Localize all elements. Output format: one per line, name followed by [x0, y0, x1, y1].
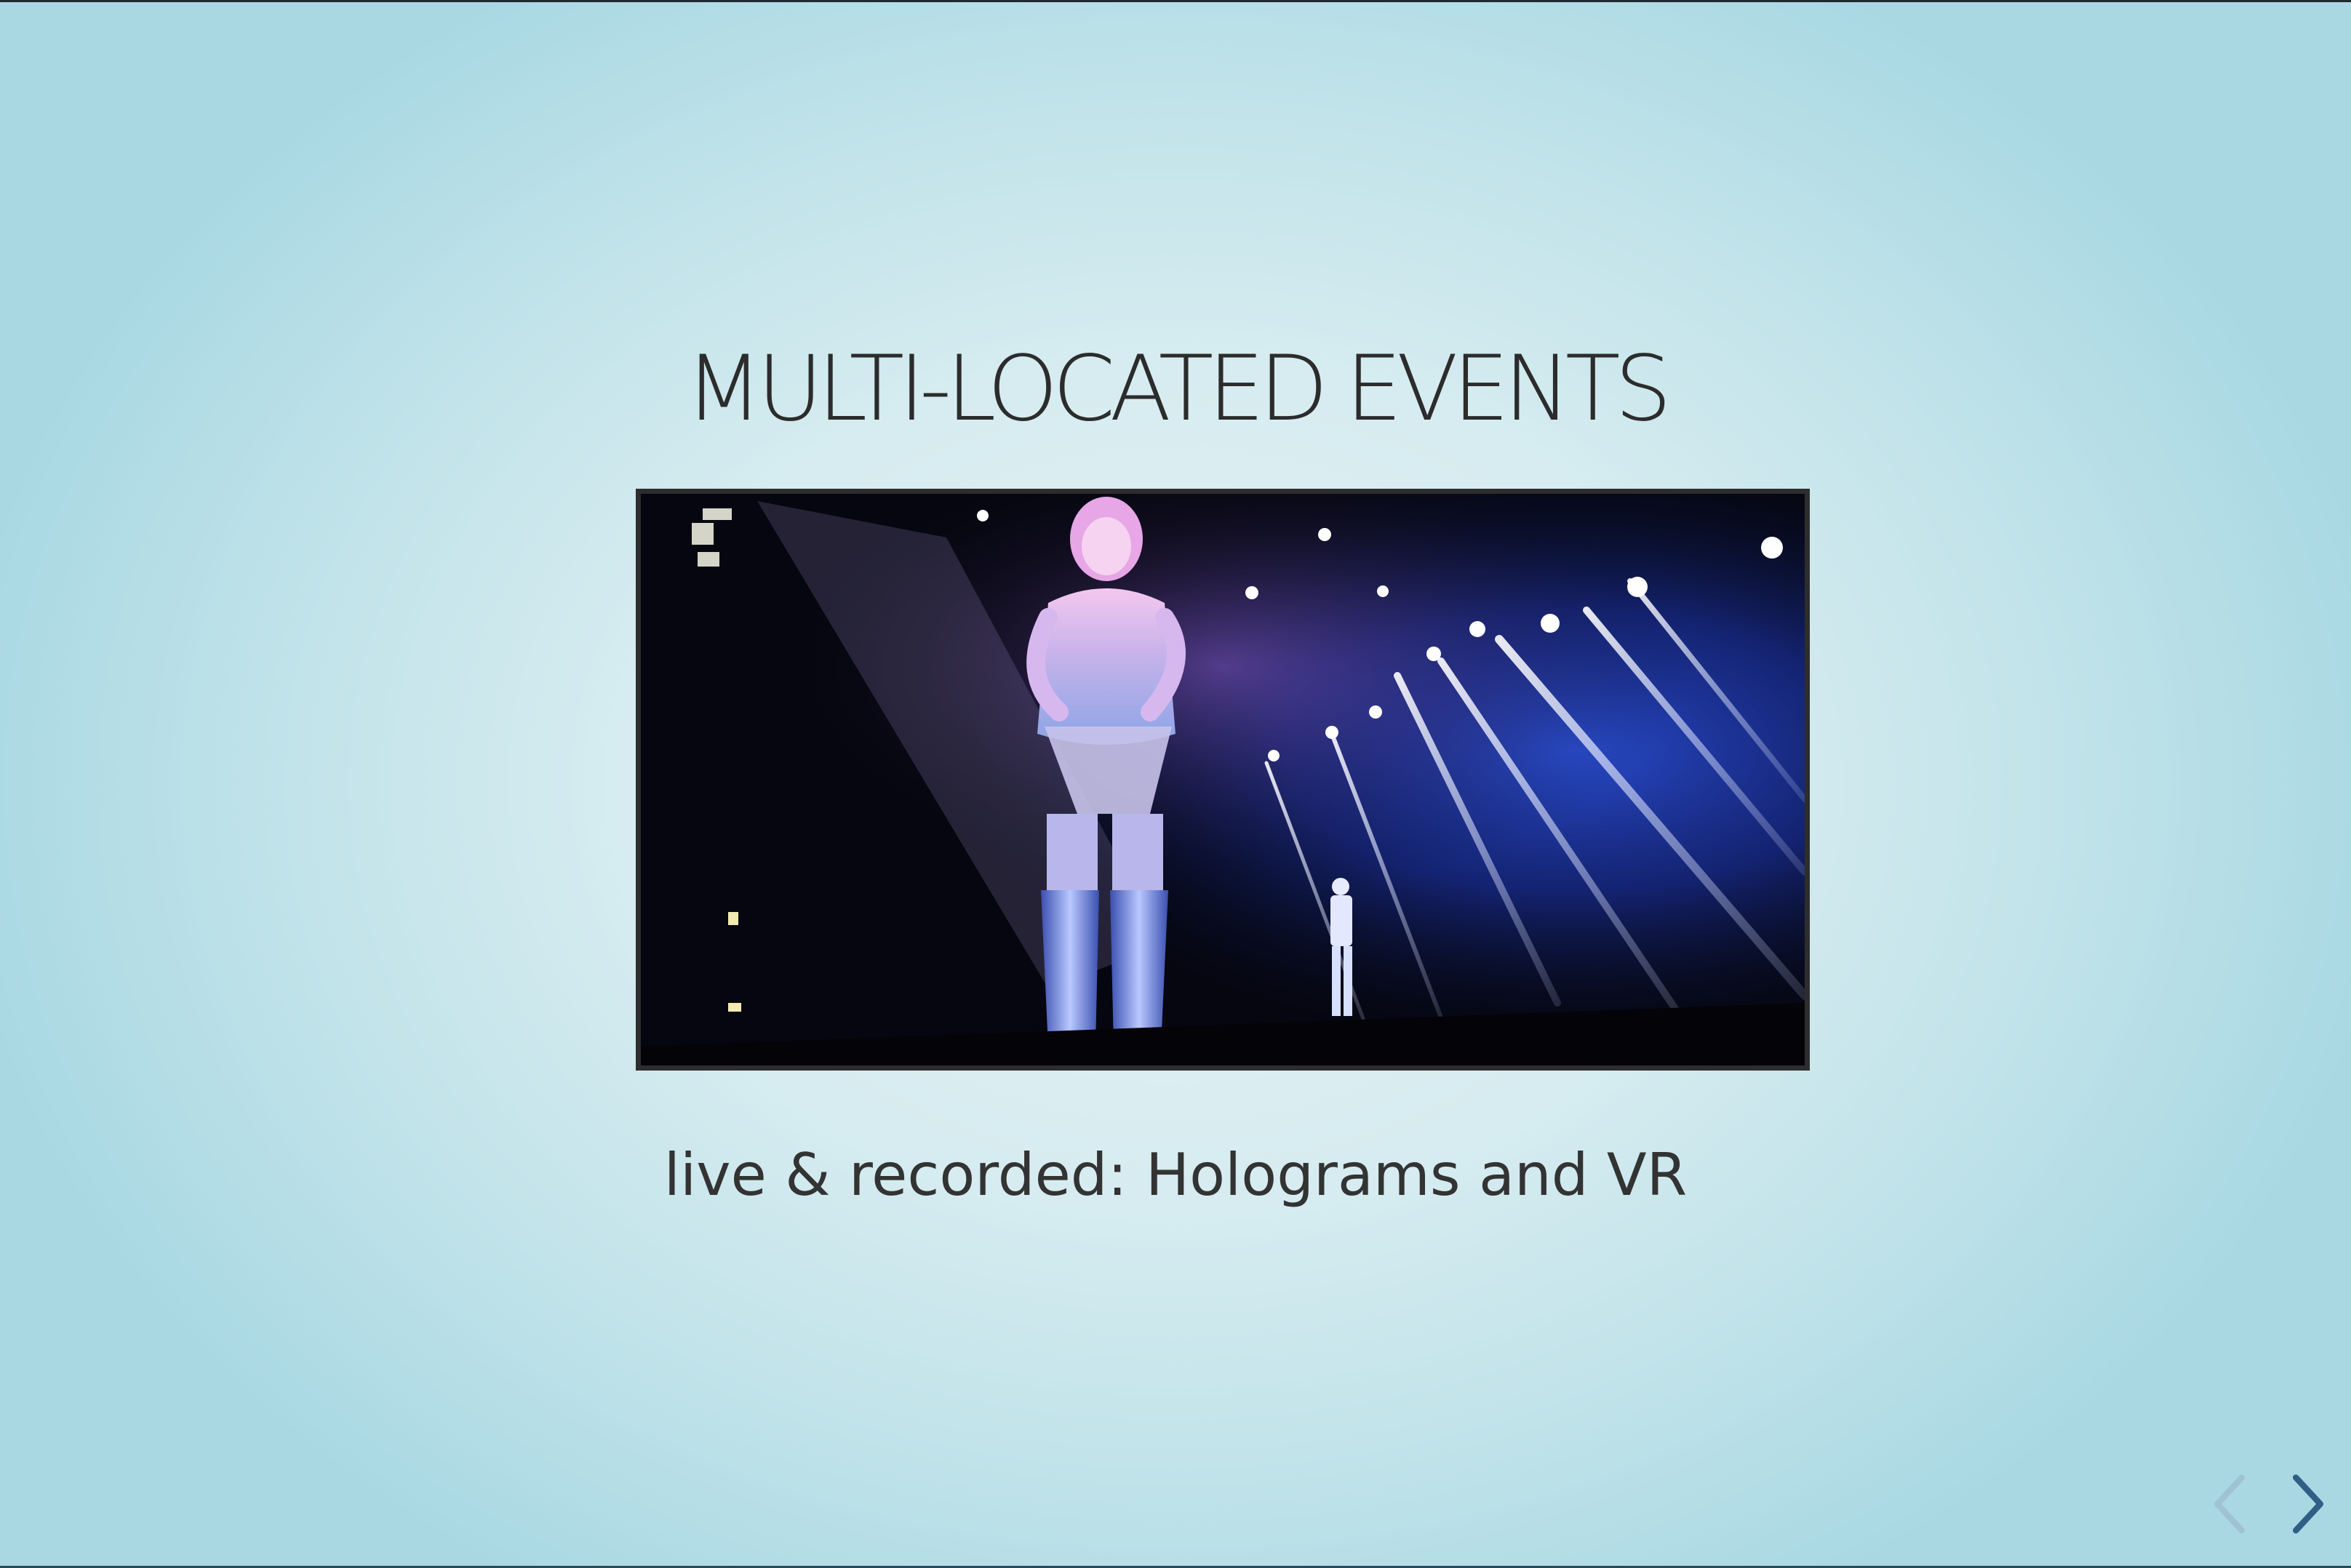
top-border	[0, 0, 2351, 2]
hologram-stage-photo	[636, 489, 1810, 1071]
slide-title: MULTI-LOCATED EVENTS	[684, 337, 1672, 441]
next-slide-button[interactable]	[2275, 1468, 2341, 1540]
chevron-right-icon	[2293, 1474, 2323, 1534]
chevron-left-icon	[2214, 1474, 2245, 1534]
previous-slide-button[interactable]	[2197, 1468, 2262, 1540]
slide-subtitle: live & recorded: Holograms and VR	[663, 1141, 1688, 1209]
